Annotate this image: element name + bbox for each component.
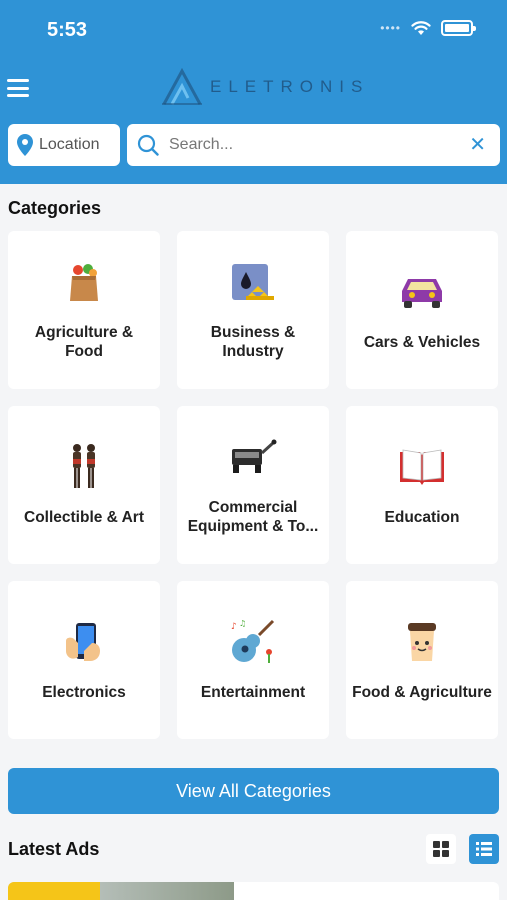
logo-text: ELETRONIS [210,77,370,96]
signal-icon: •••• [380,21,401,35]
category-name: Cars & Vehicles [363,333,481,351]
category-name: Commercial Equipment & To... [187,499,319,535]
list-view-toggle[interactable] [469,834,499,864]
location-button[interactable]: Location [8,124,120,166]
car-icon [398,269,446,315]
svg-text:♫: ♫ [239,619,246,628]
coffee-cup-icon [404,619,440,665]
svg-text:♪: ♪ [231,622,237,632]
category-card-commercial-equipment[interactable]: Commercial Equipment & To... [177,406,329,564]
map-pin-icon [17,134,33,156]
search-input[interactable] [169,136,470,154]
category-card-education[interactable]: Education [346,406,498,564]
app-header: 5:53 •••• ELETRONIS Location Search... ✕ [0,0,507,184]
grid-view-toggle[interactable] [426,834,456,864]
hamburger-menu-icon[interactable] [7,79,29,97]
search-bar[interactable]: ✕ [127,124,500,166]
clear-search-icon[interactable]: ✕ [469,135,486,155]
categories-grid: Agriculture & Food Business & Industry C… [8,231,499,739]
app-logo: ELETRONIS [160,68,369,106]
guitar-icon: ♪ ♫ [229,619,277,665]
category-card-food-agriculture[interactable]: Food & Agriculture [346,581,498,739]
category-card-business-industry[interactable]: Business & Industry [177,231,329,389]
oil-gold-icon [230,259,276,305]
grid-view-icon [433,841,449,857]
battery-icon [441,20,476,36]
status-time: 5:53 [47,19,88,41]
category-name: Electronics [42,683,126,701]
status-icons: •••• [380,20,476,36]
view-all-categories-button[interactable]: View All Categories [8,768,499,814]
statues-icon [69,443,99,490]
equipment-machine-icon [229,434,277,480]
category-card-entertainment[interactable]: ♪ ♫ Entertainment [177,581,329,739]
book-icon [398,444,446,490]
search-icon [137,134,159,156]
location-label: Location [39,136,100,153]
category-name: Entertainment [200,683,306,701]
category-name: Food & Agriculture [352,683,492,701]
category-card-electronics[interactable]: Electronics [8,581,160,739]
list-view-icon [476,842,492,856]
grocery-bag-icon [67,259,101,305]
ad-badge [8,882,100,900]
category-name: Education [384,508,460,526]
categories-title: Categories [8,198,102,218]
category-card-cars-vehicles[interactable]: Cars & Vehicles [346,231,498,389]
latest-ads-title: Latest Ads [8,839,100,859]
wifi-icon [411,20,431,35]
logo-mark-icon [162,68,202,105]
ad-card[interactable] [8,882,499,900]
category-card-collectible-art[interactable]: Collectible & Art [8,406,160,564]
category-name: Agriculture & Food [34,324,134,360]
category-card-agriculture-food[interactable]: Agriculture & Food [8,231,160,389]
smartphone-icon [62,619,106,665]
category-name: Collectible & Art [24,508,144,526]
category-name: Business & Industry [210,324,296,360]
